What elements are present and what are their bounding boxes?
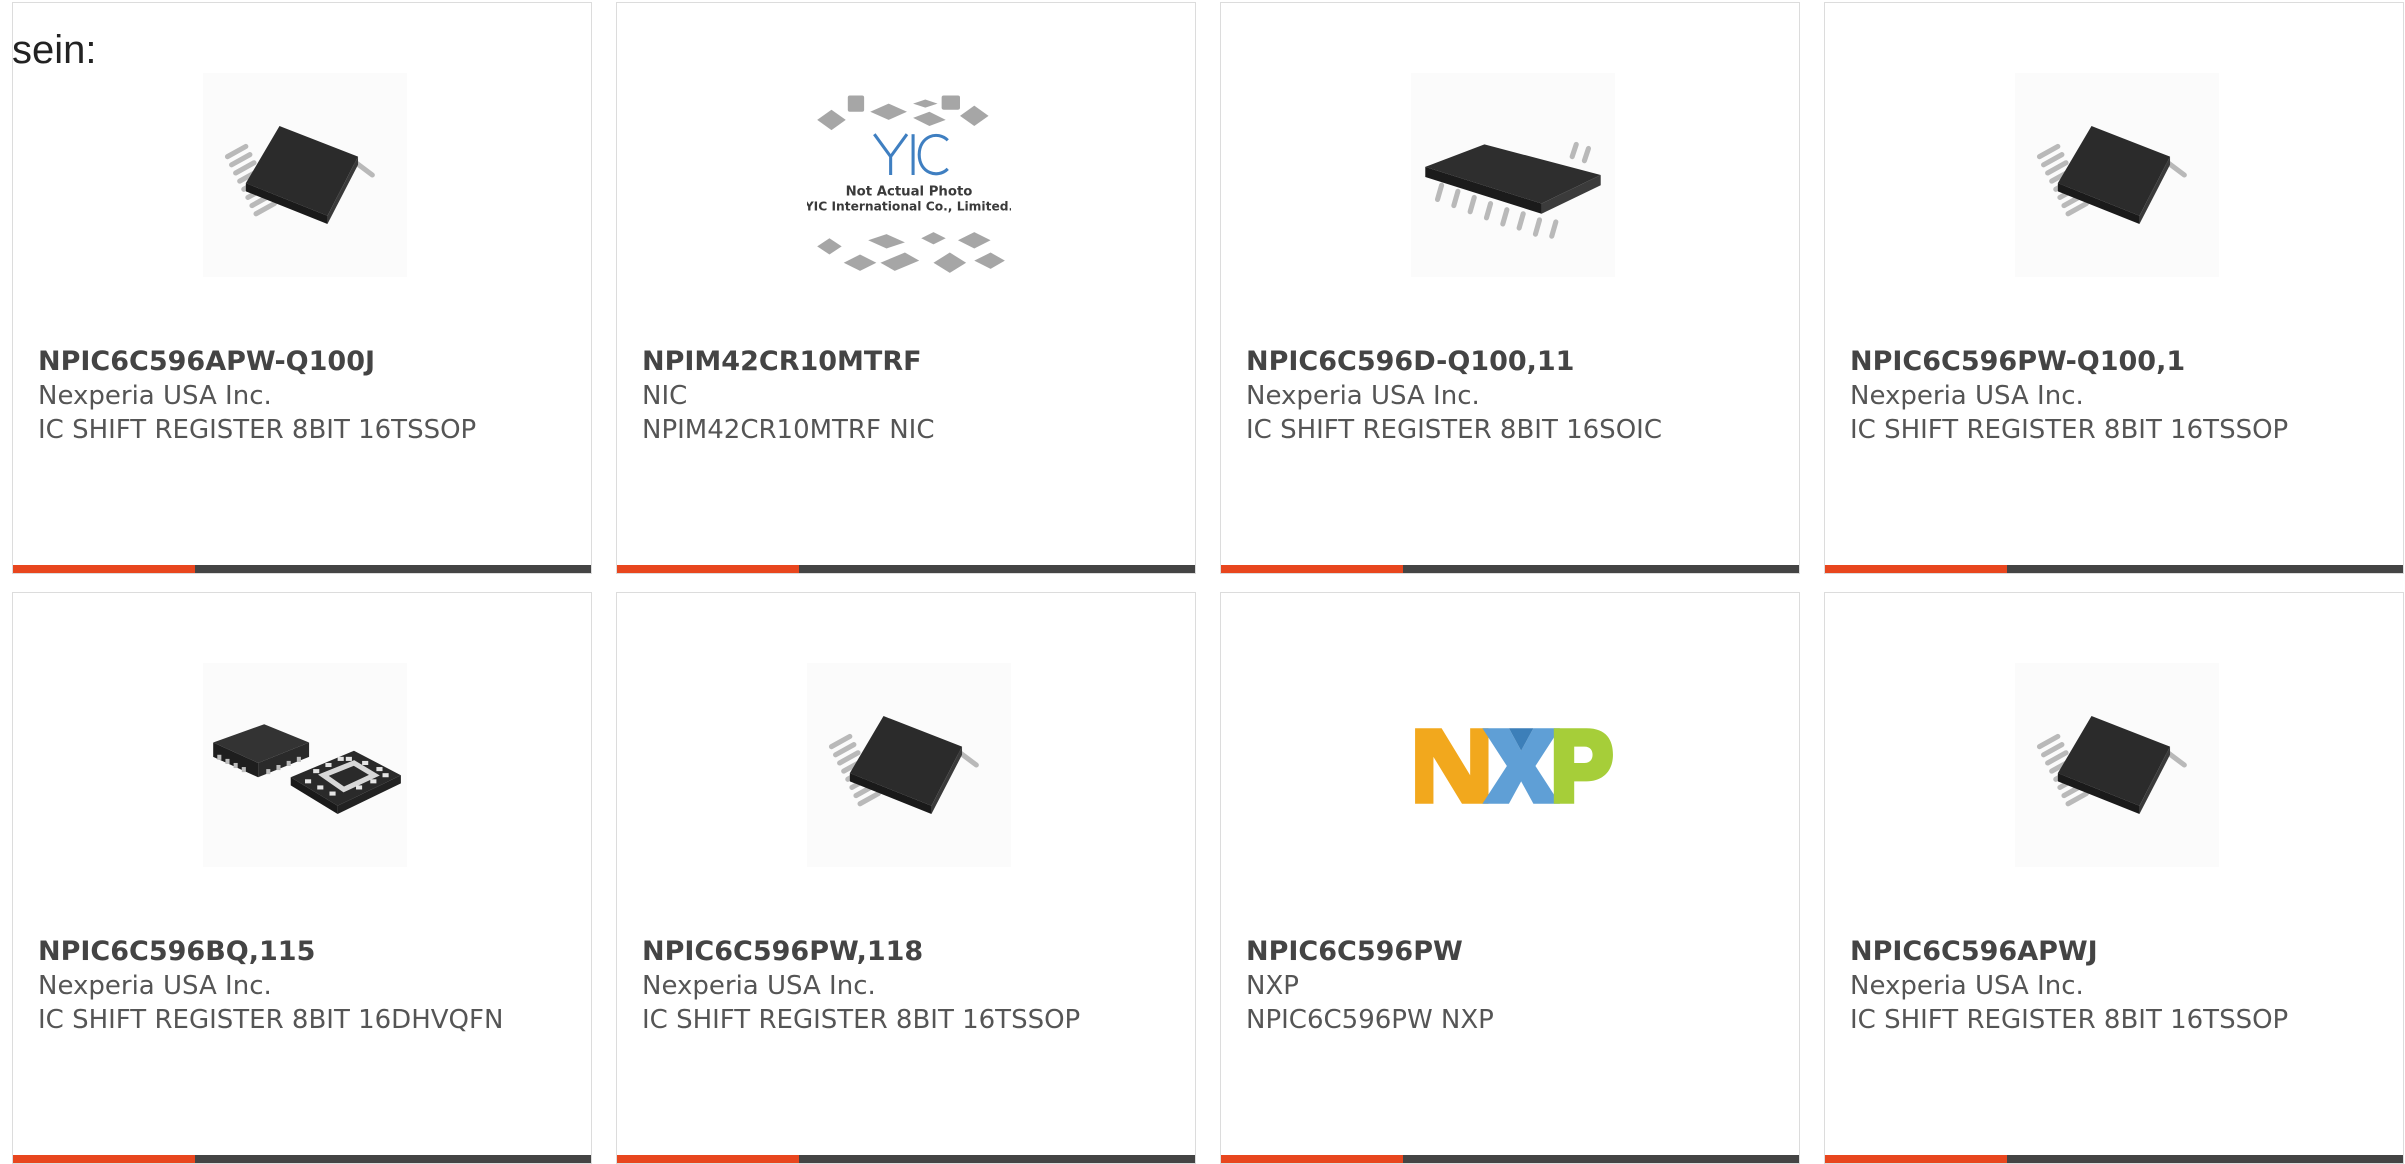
product-card[interactable]: NPIC6C596APWJ Nexperia USA Inc. IC SHIFT… — [1824, 592, 2404, 1164]
product-card[interactable]: NPIC6C596PW NXP NPIC6C596PW NXP — [1220, 592, 1800, 1164]
description: NPIC6C596PW NXP — [1246, 1005, 1494, 1035]
card-bar — [1221, 1155, 1799, 1163]
part-number-link[interactable]: NPIC6C596D-Q100,11 — [1246, 345, 1766, 379]
part-number-link[interactable]: NPIM42CR10MTRF — [642, 345, 1162, 379]
yic-not-actual-photo[interactable]: Not Actual Photo YIC International Co., … — [807, 73, 1011, 277]
part-number-link[interactable]: NPIC6C596APWJ — [1850, 935, 2370, 969]
dhvqfn-chip-icon[interactable] — [203, 663, 407, 867]
card-bar-accent — [1825, 565, 2007, 573]
part-number-link[interactable]: NPIC6C596BQ,115 — [38, 935, 558, 969]
card-bar-accent — [1221, 565, 1403, 573]
manufacturer: Nexperia USA Inc. — [38, 971, 272, 1001]
card-bar-accent — [13, 1155, 195, 1163]
product-card[interactable]: NPIC6C596PW-Q100,1 Nexperia USA Inc. IC … — [1824, 2, 2404, 574]
card-bar — [1221, 565, 1799, 573]
part-number-link[interactable]: NPIC6C596APW-Q100J — [38, 345, 558, 379]
description: IC SHIFT REGISTER 8BIT 16DHVQFN — [38, 1005, 504, 1035]
intro-text: sein: — [12, 28, 97, 72]
yic-photo-line1: Not Actual Photo — [846, 184, 973, 199]
card-bar — [13, 565, 591, 573]
tssop-chip-icon[interactable] — [203, 73, 407, 277]
description: IC SHIFT REGISTER 8BIT 16TSSOP — [38, 415, 477, 445]
product-card[interactable]: Not Actual Photo YIC International Co., … — [616, 2, 1196, 574]
product-grid: NPIC6C596APW-Q100J Nexperia USA Inc. IC … — [12, 2, 2404, 1164]
product-card[interactable]: NPIC6C596PW,118 Nexperia USA Inc. IC SHI… — [616, 592, 1196, 1164]
manufacturer: Nexperia USA Inc. — [1246, 381, 1480, 411]
card-bar — [1825, 565, 2403, 573]
description: IC SHIFT REGISTER 8BIT 16TSSOP — [1850, 415, 2289, 445]
description: NPIM42CR10MTRF NIC — [642, 415, 935, 445]
card-bar — [617, 565, 1195, 573]
product-card[interactable]: NPIC6C596D-Q100,11 Nexperia USA Inc. IC … — [1220, 2, 1800, 574]
description: IC SHIFT REGISTER 8BIT 16TSSOP — [642, 1005, 1081, 1035]
part-number-link[interactable]: NPIC6C596PW — [1246, 935, 1766, 969]
card-bar-accent — [617, 565, 799, 573]
nxp-logo[interactable] — [1411, 663, 1615, 867]
card-bar — [1825, 1155, 2403, 1163]
description: IC SHIFT REGISTER 8BIT 16SOIC — [1246, 415, 1662, 445]
yic-photo-line2: YIC International Co., Limited. — [807, 200, 1011, 214]
card-bar-accent — [1221, 1155, 1403, 1163]
card-bar — [617, 1155, 1195, 1163]
description: IC SHIFT REGISTER 8BIT 16TSSOP — [1850, 1005, 2289, 1035]
part-number-link[interactable]: NPIC6C596PW-Q100,1 — [1850, 345, 2370, 379]
product-card[interactable]: NPIC6C596BQ,115 Nexperia USA Inc. IC SHI… — [12, 592, 592, 1164]
part-number-link[interactable]: NPIC6C596PW,118 — [642, 935, 1162, 969]
card-bar-accent — [617, 1155, 799, 1163]
manufacturer: Nexperia USA Inc. — [38, 381, 272, 411]
tssop-chip-icon[interactable] — [807, 663, 1011, 867]
manufacturer: NIC — [642, 381, 688, 411]
product-card[interactable]: NPIC6C596APW-Q100J Nexperia USA Inc. IC … — [12, 2, 592, 574]
tssop-chip-icon[interactable] — [2015, 663, 2219, 867]
soic-chip-icon[interactable] — [1411, 73, 1615, 277]
manufacturer: NXP — [1246, 971, 1299, 1001]
card-bar — [13, 1155, 591, 1163]
card-bar-accent — [13, 565, 195, 573]
manufacturer: Nexperia USA Inc. — [1850, 971, 2084, 1001]
card-bar-accent — [1825, 1155, 2007, 1163]
manufacturer: Nexperia USA Inc. — [1850, 381, 2084, 411]
tssop-chip-icon[interactable] — [2015, 73, 2219, 277]
manufacturer: Nexperia USA Inc. — [642, 971, 876, 1001]
